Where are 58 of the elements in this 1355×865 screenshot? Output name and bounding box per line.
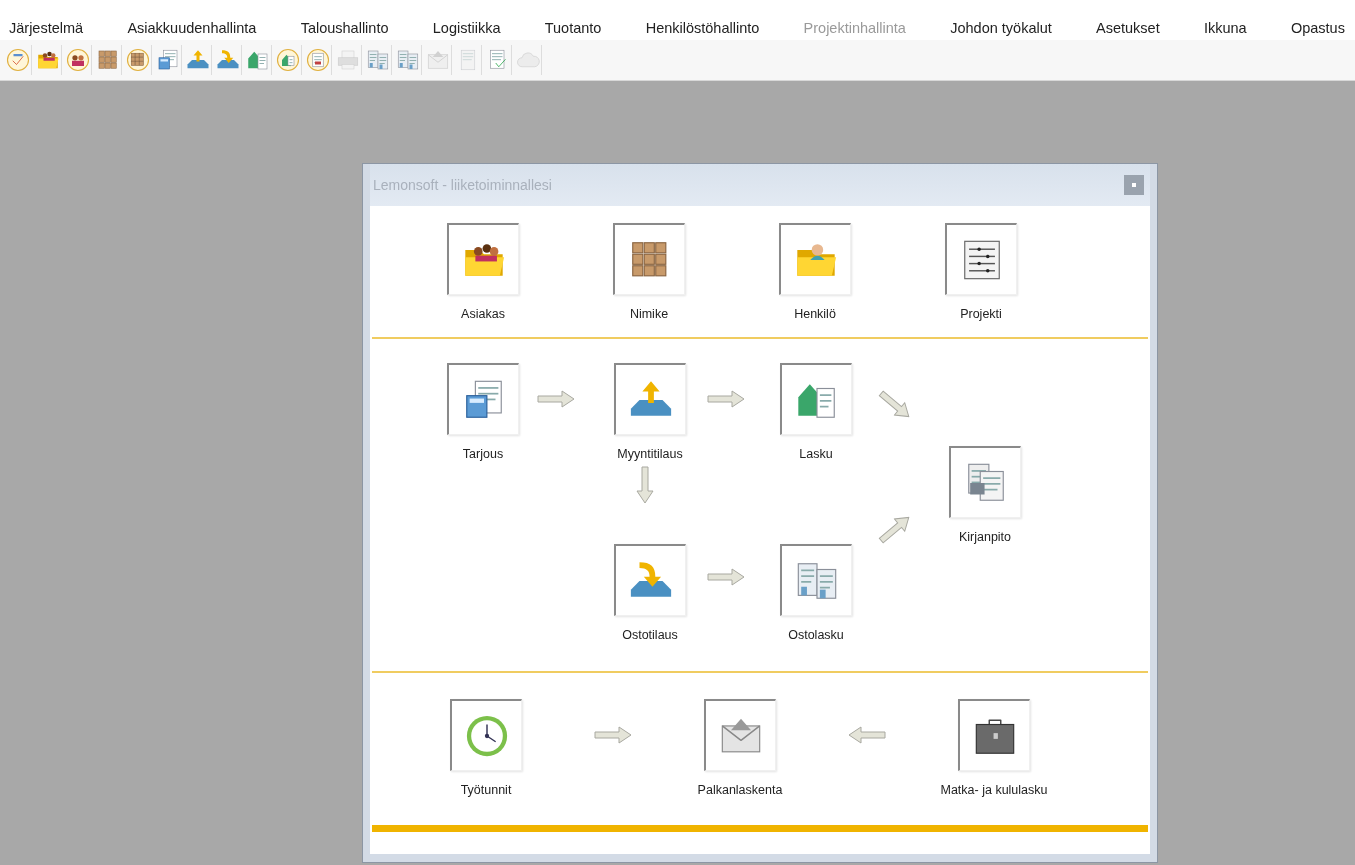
- module-tile[interactable]: [780, 544, 852, 616]
- module-tile[interactable]: [614, 363, 686, 435]
- flow-arrow: [707, 390, 745, 408]
- menu-item[interactable]: Henkilöstöhallinto: [645, 20, 760, 36]
- module-tile[interactable]: [949, 446, 1021, 518]
- module-label: Työtunnit: [460, 783, 512, 797]
- module-tile[interactable]: [613, 223, 685, 295]
- menu-item[interactable]: Ikkuna: [1203, 20, 1247, 36]
- flow-arrow: [594, 726, 632, 744]
- module-label: Ostolasku: [788, 628, 844, 642]
- calculator-icon: [155, 48, 180, 72]
- module-label: Tarjous: [462, 447, 504, 461]
- flow-arrow: [537, 390, 575, 408]
- module-label: Projekti: [960, 307, 1002, 321]
- module-label: Palkanlaskenta: [697, 783, 783, 797]
- close-icon: [1131, 182, 1137, 188]
- flow-arrow: [707, 568, 745, 586]
- flow-arrow: [848, 726, 886, 744]
- document-icon: [305, 48, 330, 72]
- module-label: Kirjanpito: [958, 530, 1012, 544]
- boxes-icon: [95, 48, 120, 72]
- menu-item[interactable]: Logistiikka: [432, 20, 501, 36]
- menu-item[interactable]: Asetukset: [1096, 20, 1160, 36]
- module-label: Nimike: [629, 307, 669, 321]
- module-tile[interactable]: [447, 223, 519, 295]
- module-label: Asiakas: [461, 307, 505, 321]
- menu-item[interactable]: Asiakkuudenhallinta: [127, 20, 257, 36]
- toolbar-button[interactable]: [64, 45, 92, 75]
- people-icon: [65, 48, 90, 72]
- toolbar-button[interactable]: [4, 45, 32, 75]
- documents-icon: [395, 48, 420, 72]
- module-tile[interactable]: [450, 699, 522, 771]
- toolbar-button[interactable]: [274, 45, 302, 75]
- module-tile[interactable]: [704, 699, 776, 771]
- documents-icon: [365, 48, 390, 72]
- flow-arrow: [636, 466, 654, 504]
- module-label: Lasku: [799, 447, 833, 461]
- module-tile[interactable]: [958, 699, 1030, 771]
- menu-item[interactable]: Opastus: [1290, 20, 1345, 36]
- menu-item[interactable]: Johdon työkalut: [950, 20, 1052, 36]
- module-tile[interactable]: [614, 544, 686, 616]
- module-tile[interactable]: [447, 363, 519, 435]
- module-label: Ostotilaus: [622, 628, 678, 642]
- module-tile[interactable]: [779, 223, 851, 295]
- house-icon: [275, 48, 300, 72]
- menu-item[interactable]: Taloushallinto: [300, 20, 389, 36]
- menu-item[interactable]: Järjestelmä: [9, 20, 84, 36]
- module-tile[interactable]: [780, 363, 852, 435]
- boxes-icon: [125, 48, 150, 72]
- module-tile[interactable]: [945, 223, 1017, 295]
- check-icon: [5, 48, 30, 72]
- module-label: Matka- ja kululasku: [940, 783, 1048, 797]
- menu-item[interactable]: Tuotanto: [544, 20, 602, 36]
- toolbar-button[interactable]: [124, 45, 152, 75]
- module-label: Henkilö: [794, 307, 836, 321]
- close-button[interactable]: [1124, 175, 1144, 195]
- module-label: Myyntitilaus: [617, 447, 683, 461]
- printer-icon: [335, 48, 360, 72]
